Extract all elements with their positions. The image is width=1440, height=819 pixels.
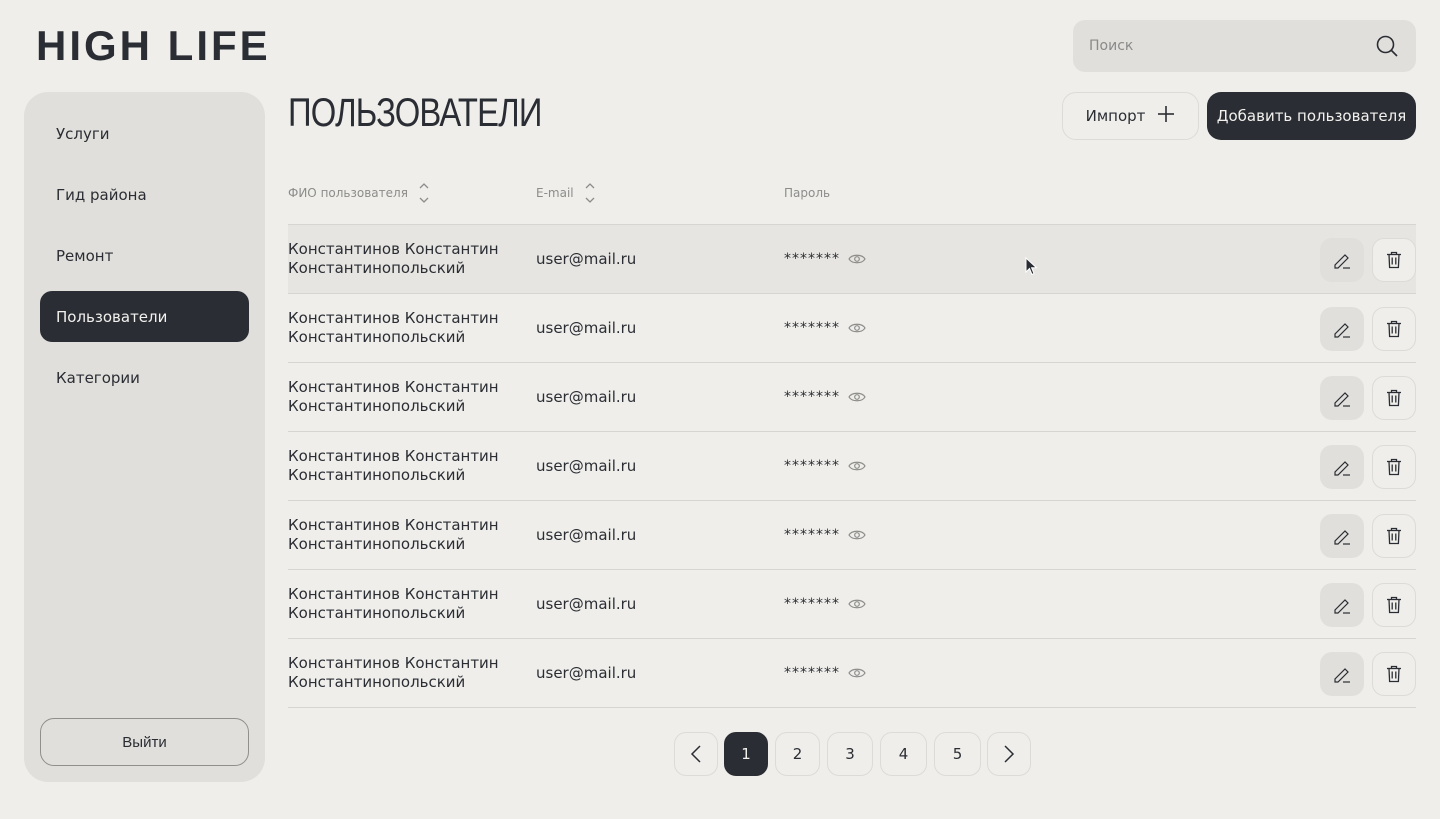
trash-icon <box>1387 458 1401 476</box>
pagination-page-1[interactable]: 1 <box>724 732 768 776</box>
eye-icon[interactable] <box>848 319 866 337</box>
pagination-prev-button[interactable] <box>674 732 718 776</box>
add-user-button[interactable]: Добавить пользователя <box>1207 92 1416 140</box>
search-input[interactable] <box>1089 38 1374 54</box>
pencil-icon <box>1334 323 1350 338</box>
delete-button[interactable] <box>1372 307 1416 351</box>
sidebar-item-repair[interactable]: Ремонт <box>40 230 249 281</box>
trash-icon <box>1387 251 1401 269</box>
user-email: user@mail.ru <box>536 457 637 475</box>
pagination-page-5[interactable]: 5 <box>934 732 981 776</box>
user-email: user@mail.ru <box>536 526 637 544</box>
delete-button[interactable] <box>1372 652 1416 696</box>
user-email: user@mail.ru <box>536 319 637 337</box>
eye-icon[interactable] <box>848 457 866 475</box>
sidebar-item-district-guide[interactable]: Гид района <box>40 169 249 220</box>
eye-icon[interactable] <box>848 595 866 613</box>
delete-button[interactable] <box>1372 514 1416 558</box>
user-name: Константинов Константин Константинопольск… <box>288 309 499 346</box>
table-row[interactable]: Константинов Константин Константинопольск… <box>288 501 1416 570</box>
column-header-name-label: ФИО пользователя <box>288 186 408 200</box>
sidebar-item-categories[interactable]: Категории <box>40 352 249 403</box>
pencil-icon <box>1334 668 1350 683</box>
edit-button[interactable] <box>1320 514 1364 558</box>
user-name: Константинов Константин Константинопольск… <box>288 447 499 484</box>
trash-icon <box>1387 596 1401 614</box>
edit-button[interactable] <box>1320 445 1364 489</box>
eye-icon[interactable] <box>848 250 866 268</box>
user-name: Константинов Константин Константинопольск… <box>288 654 499 691</box>
user-name: Константинов Константин Константинопольск… <box>288 378 499 415</box>
eye-icon[interactable] <box>848 664 866 682</box>
user-name: Константинов Константин Константинопольск… <box>288 585 499 622</box>
table-row[interactable]: Константинов Константин Константинопольск… <box>288 570 1416 639</box>
user-name: Константинов Константин Константинопольск… <box>288 516 499 553</box>
sidebar-item-users[interactable]: Пользователи <box>40 291 249 342</box>
user-password: ******* <box>784 294 866 362</box>
pencil-icon <box>1334 392 1350 407</box>
trash-icon <box>1387 320 1401 338</box>
edit-button[interactable] <box>1320 307 1364 351</box>
search-bar <box>1073 20 1416 72</box>
pencil-icon <box>1334 461 1350 476</box>
edit-button[interactable] <box>1320 238 1364 282</box>
eye-icon[interactable] <box>848 526 866 544</box>
user-password: ******* <box>784 432 866 500</box>
chevron-right-icon <box>1004 745 1015 763</box>
import-button[interactable]: Импорт <box>1062 92 1199 140</box>
table-row[interactable]: Константинов Константин Константинопольск… <box>288 639 1416 708</box>
user-email: user@mail.ru <box>536 595 637 613</box>
column-header-email-label: E-mail <box>536 186 574 200</box>
delete-button[interactable] <box>1372 376 1416 420</box>
search-icon[interactable] <box>1374 33 1400 59</box>
user-password: ******* <box>784 225 866 293</box>
edit-button[interactable] <box>1320 652 1364 696</box>
sort-icon[interactable] <box>584 181 596 205</box>
user-password: ******* <box>784 639 866 707</box>
pagination-page-3[interactable]: 3 <box>827 732 873 776</box>
trash-icon <box>1387 665 1401 683</box>
table-row[interactable]: Константинов Константин Константинопольск… <box>288 432 1416 501</box>
pencil-icon <box>1334 530 1350 545</box>
sidebar: Услуги Гид района Ремонт Пользователи Ка… <box>24 92 265 782</box>
delete-button[interactable] <box>1372 238 1416 282</box>
logout-button[interactable]: Выйти <box>40 718 249 766</box>
delete-button[interactable] <box>1372 445 1416 489</box>
edit-button[interactable] <box>1320 376 1364 420</box>
eye-icon[interactable] <box>848 388 866 406</box>
pagination-page-2[interactable]: 2 <box>775 732 820 776</box>
user-password: ******* <box>784 363 866 431</box>
pencil-icon <box>1334 599 1350 614</box>
delete-button[interactable] <box>1372 583 1416 627</box>
user-email: user@mail.ru <box>536 250 637 268</box>
users-table: Константинов Константин Константинопольск… <box>288 225 1416 708</box>
column-header-email: E-mail <box>536 180 596 206</box>
column-header-password: Пароль <box>784 180 830 206</box>
logo: HIGH LIFE <box>36 22 271 69</box>
table-row[interactable]: Константинов Константин Константинопольск… <box>288 294 1416 363</box>
user-email: user@mail.ru <box>536 388 637 406</box>
pagination-next-button[interactable] <box>987 732 1031 776</box>
table-row[interactable]: Константинов Константин Константинопольск… <box>288 225 1416 294</box>
sort-icon[interactable] <box>418 181 430 205</box>
page-title: ПОЛЬЗОВАТЕЛИ <box>288 91 542 135</box>
trash-icon <box>1387 527 1401 545</box>
user-password: ******* <box>784 570 866 638</box>
table-row[interactable]: Константинов Константин Константинопольск… <box>288 363 1416 432</box>
import-label: Импорт <box>1085 107 1146 125</box>
sidebar-item-services[interactable]: Услуги <box>40 108 249 159</box>
plus-icon <box>1157 105 1175 127</box>
user-name: Константинов Константин Константинопольск… <box>288 240 499 277</box>
trash-icon <box>1387 389 1401 407</box>
chevron-left-icon <box>690 745 701 763</box>
pencil-icon <box>1334 254 1350 269</box>
edit-button[interactable] <box>1320 583 1364 627</box>
pagination-page-4[interactable]: 4 <box>880 732 927 776</box>
column-header-password-label: Пароль <box>784 186 831 200</box>
mouse-cursor-icon <box>1025 257 1038 276</box>
user-password: ******* <box>784 501 866 569</box>
user-email: user@mail.ru <box>536 664 637 682</box>
column-header-name: ФИО пользователя <box>288 180 430 206</box>
